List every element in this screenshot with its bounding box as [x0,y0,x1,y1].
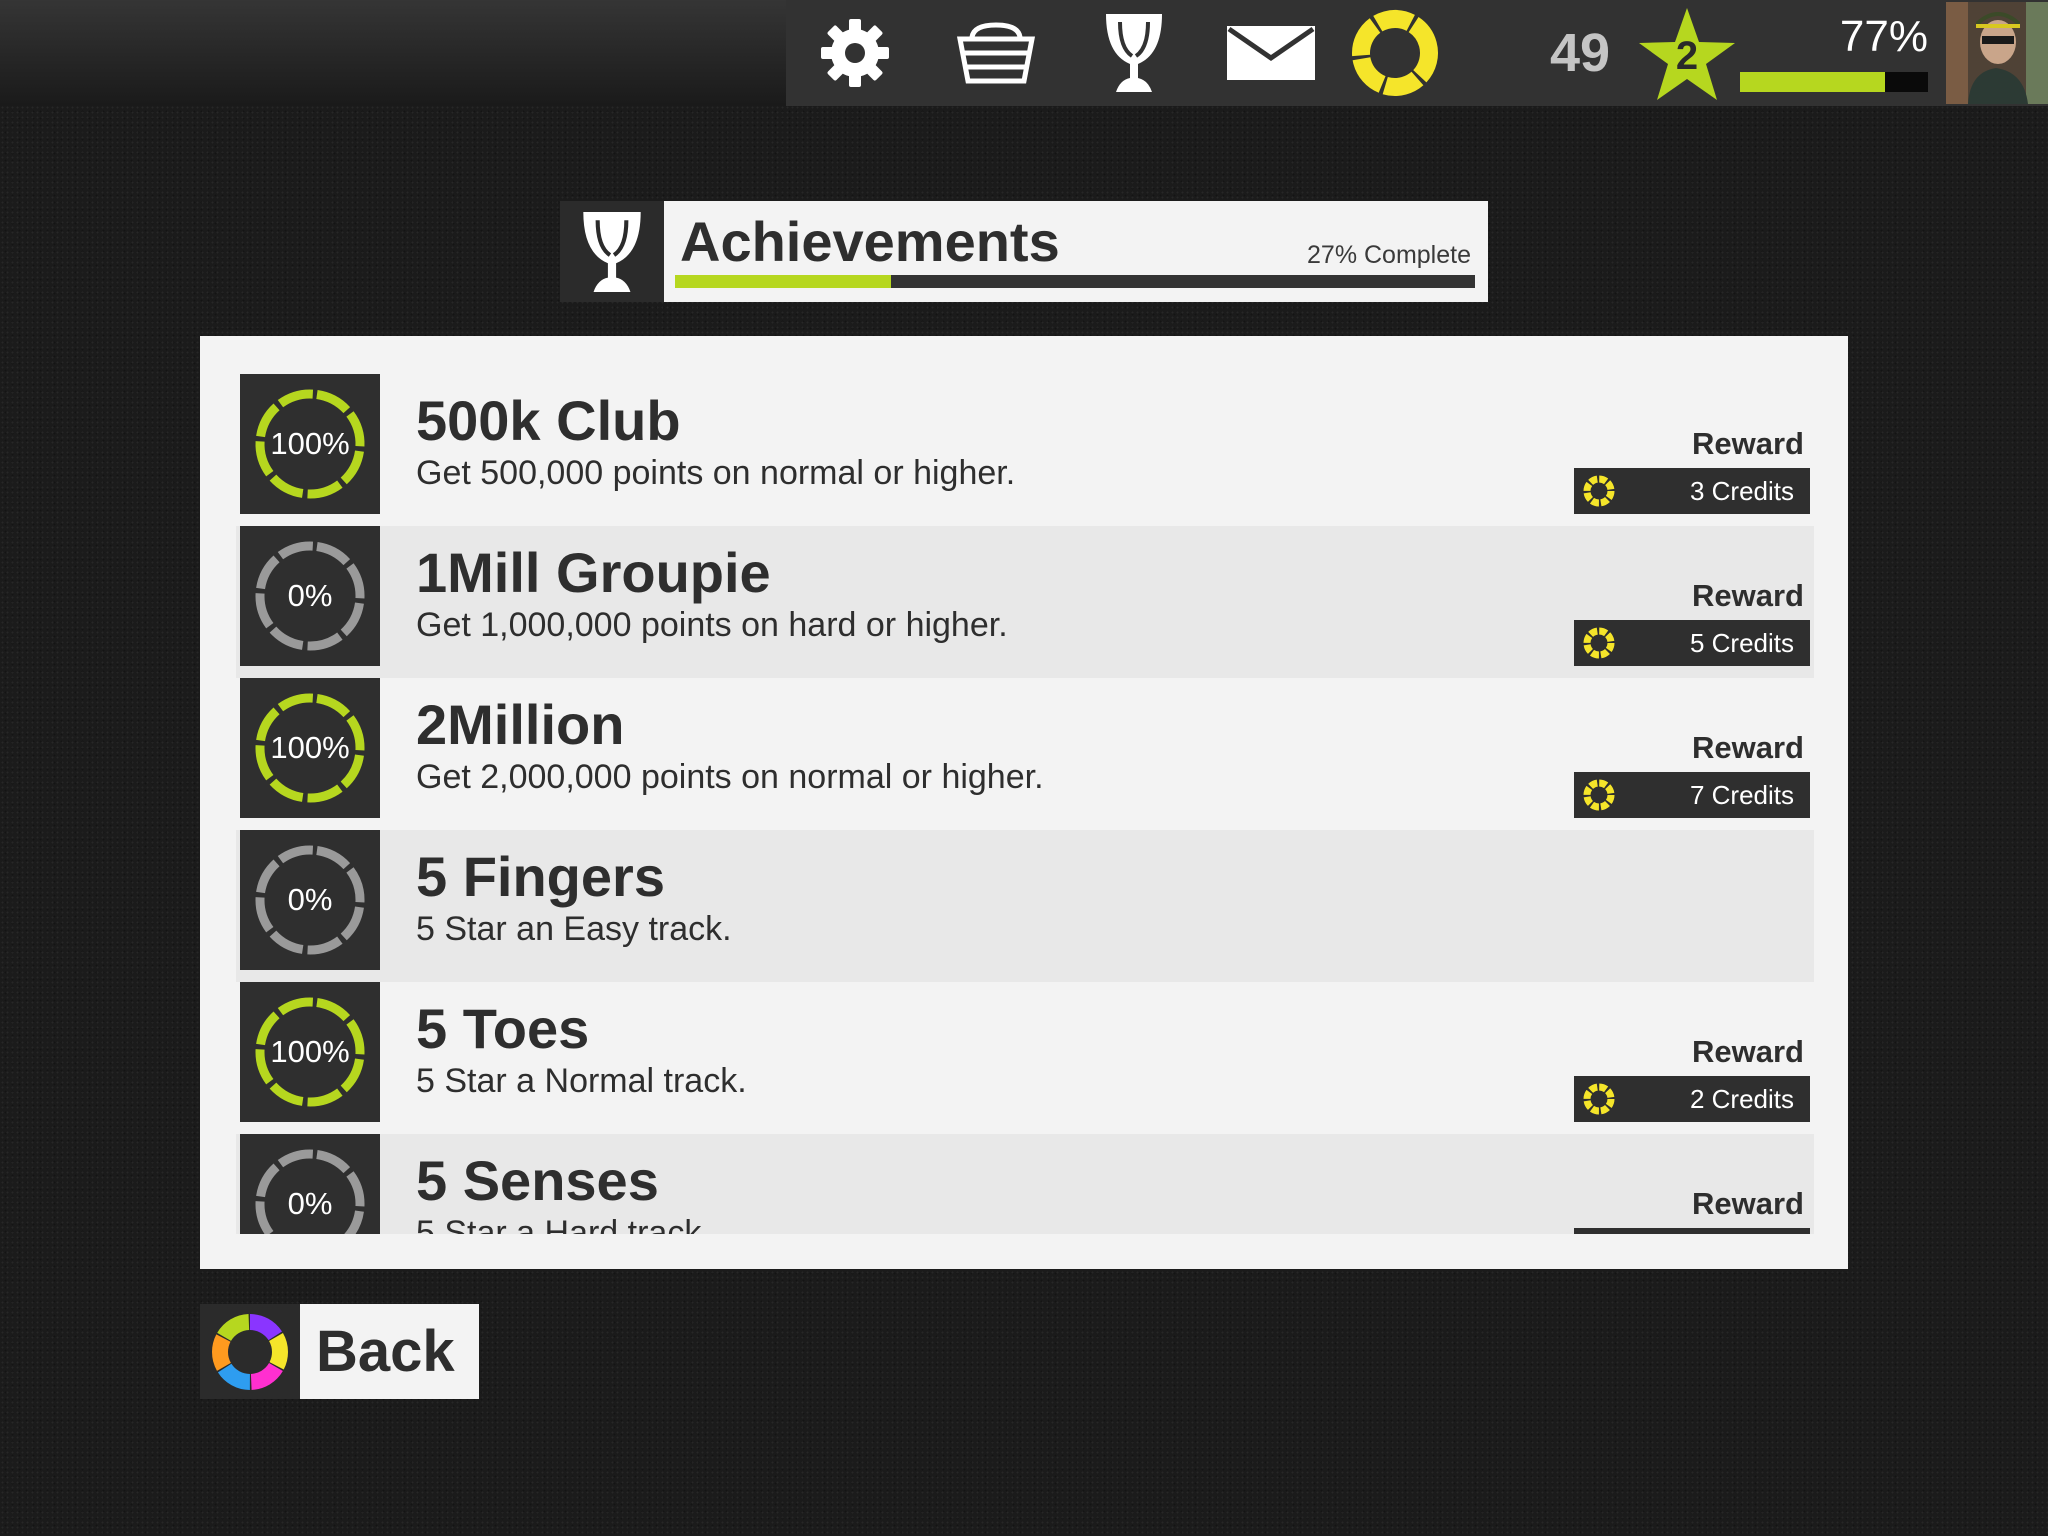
credits-coin-icon [1583,627,1615,659]
reward-credits-box: 5 Credits [1574,620,1810,666]
achievement-title: 1Mill Groupie [416,541,771,604]
completion-progress-fill [675,275,891,288]
progress-ring-badge: 100% [240,982,380,1122]
reward-label: Reward [1692,1186,1804,1221]
achievement-description: Get 1,000,000 points on hard or higher. [416,606,1008,644]
achievement-row[interactable]: 0% 1Mill Groupie Get 1,000,000 points on h… [236,526,1814,678]
basket-icon [956,22,1036,84]
trophy-icon [583,211,641,292]
reward-label: Reward [1692,730,1804,765]
reward-value: 3 Credits [1689,476,1794,506]
achievement-title: 5 Fingers [416,845,665,908]
achievements-header-icon [560,201,664,302]
achievement-description: 5 Star an Easy track. [416,910,732,948]
progress-ring-badge: 0% [240,1134,380,1234]
achievements-header: Achievements 27% Complete [664,201,1488,302]
progress-percent: 0% [287,1186,333,1221]
completion-progress-bar [675,275,1475,288]
star-count: 2 [1675,34,1699,78]
achievement-description: Get 2,000,000 points on normal or higher… [416,758,1044,796]
credits-coin-icon [1583,779,1615,811]
reward-credits-box: 2 Credits [1574,1076,1810,1122]
reward-value: 7 Credits [1689,780,1794,810]
credits-coin-icon [1583,475,1615,507]
reward-credits-box: 7 Credits [1574,772,1810,818]
mail-button[interactable] [1226,0,1316,106]
reward-credits-box: 3 Credits [1574,468,1810,514]
progress-ring-badge: 100% [240,678,380,818]
reward-label: Reward [1692,578,1804,613]
reward-value: 5 Credits [1689,628,1794,658]
gear-icon [821,19,889,87]
shop-button[interactable] [950,0,1042,106]
avatar-photo [1946,2,2048,104]
back-button[interactable]: Back [300,1304,479,1399]
achievement-description: 5 Star a Hard track. [416,1214,711,1234]
page-title: Achievements [680,210,1060,273]
achievement-row[interactable]: 100% 500k Club Get 500,000 points on norma… [236,374,1814,526]
progress-ring-badge: 0% [240,526,380,666]
progress-ring-badge: 0% [240,830,380,970]
reward-value: 2 Credits [1689,1084,1794,1114]
progress-percent: 0% [287,578,333,613]
progress-ring-badge: 100% [240,374,380,514]
mail-icon [1227,26,1315,80]
achievement-description: Get 500,000 points on normal or higher. [416,454,1016,492]
progress-percent: 100% [270,426,350,461]
xp-progress-bar [1740,72,1928,92]
settings-button[interactable] [812,0,898,106]
completion-label: 27% Complete [1307,241,1471,269]
progress-percent: 100% [270,730,350,765]
color-wheel-icon [212,1313,288,1390]
credits-coin-icon [1583,1083,1615,1115]
player-level: 49 [1549,23,1611,83]
achievement-title: 5 Senses [416,1149,659,1212]
progress-percent: 100% [270,1034,350,1069]
credits-coin-icon [1352,10,1438,96]
reward-label: Reward [1692,1034,1804,1069]
achievement-title: 5 Toes [416,997,590,1060]
achievement-description: 5 Star a Normal track. [416,1062,747,1100]
achievements-panel: 100% 500k Club Get 500,000 points on norma… [200,336,1848,1269]
achievement-row[interactable]: 0% 5 Senses 5 Star a Hard track. Reward [236,1134,1814,1234]
achievement-title: 500k Club [416,389,681,452]
xp-progress-fill [1740,72,1885,92]
topbar-left-shade [0,0,786,106]
trophy-icon [1106,14,1162,92]
achievement-row[interactable]: 100% 5 Toes 5 Star a Normal track. Reward 2 … [236,982,1814,1134]
star-badge: 2 [1636,6,1738,104]
achievements-list[interactable]: 100% 500k Club Get 500,000 points on norma… [236,374,1814,1234]
achievement-row[interactable]: 0% 5 Fingers 5 Star an Easy track. [236,830,1814,982]
achievements-button[interactable] [1094,0,1174,106]
reward-credits-box [1574,1228,1810,1234]
credits-button[interactable] [1348,0,1442,106]
progress-percent: 0% [287,882,333,917]
avatar[interactable] [1946,2,2048,104]
reward-label: Reward [1692,426,1804,461]
xp-percent: 77% [1839,12,1928,61]
achievement-row[interactable]: 100% 2Million Get 2,000,000 points on norm… [236,678,1814,830]
achievement-title: 2Million [416,693,625,756]
back-icon-button[interactable] [200,1304,300,1399]
